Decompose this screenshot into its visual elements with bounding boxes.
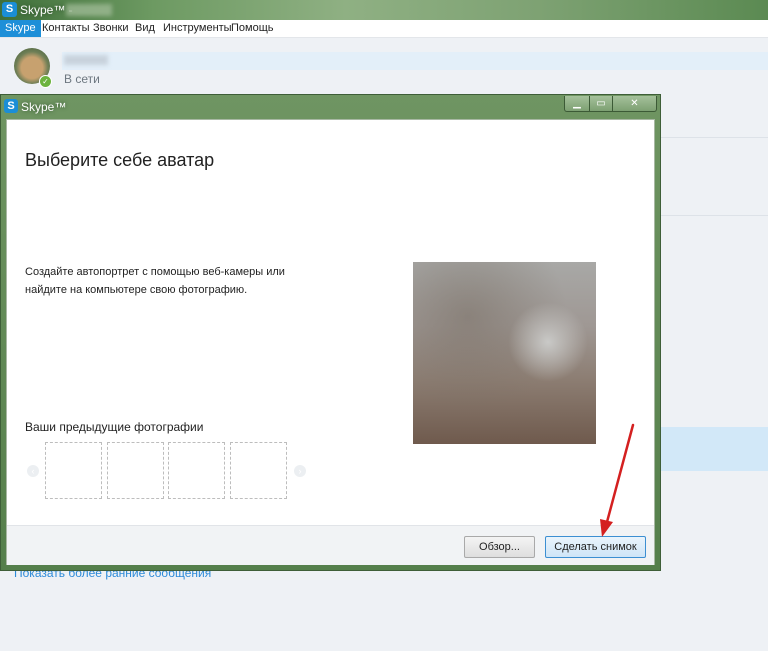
menu-contacts[interactable]: Контакты xyxy=(42,22,90,34)
menu-skype[interactable]: Skype xyxy=(0,20,41,37)
photo-thumbnail-slot[interactable] xyxy=(45,442,102,499)
menu-calls[interactable]: Звонки xyxy=(93,22,129,34)
dialog-description: Создайте автопортрет с помощью веб-камер… xyxy=(25,266,285,296)
skype-logo-icon: S xyxy=(4,99,18,113)
dialog-footer: Обзор... Сделать снимок xyxy=(7,525,654,565)
previous-photos-label: Ваши предыдущие фотографии xyxy=(25,420,204,434)
take-snapshot-button[interactable]: Сделать снимок xyxy=(545,536,646,558)
photo-thumbnail-slot[interactable] xyxy=(168,442,225,499)
menu-tools[interactable]: Инструменты xyxy=(163,22,232,34)
webcam-preview xyxy=(413,262,596,444)
avatar-dialog: S Skype™ ▁ ▭ ✕ Выберите себе аватар Созд… xyxy=(0,94,661,571)
status-text[interactable]: В сети xyxy=(64,72,100,86)
main-window-title: Skype™ - xyxy=(20,3,73,17)
blurred-username xyxy=(66,4,112,16)
menu-bar: Skype Контакты Звонки Вид Инструменты По… xyxy=(0,20,768,38)
divider xyxy=(660,137,768,138)
menu-help[interactable]: Помощь xyxy=(231,22,274,34)
skype-logo-icon: S xyxy=(2,2,17,17)
profile-header: ✓ В сети xyxy=(0,38,768,93)
selected-list-item[interactable] xyxy=(660,427,768,471)
photo-thumbnail-slot[interactable] xyxy=(230,442,287,499)
dialog-heading: Выберите себе аватар xyxy=(25,150,215,170)
dialog-title: Skype™ xyxy=(21,100,67,114)
divider xyxy=(660,215,768,216)
dialog-body: Выберите себе аватар Создайте автопортре… xyxy=(6,119,655,565)
browse-button[interactable]: Обзор... xyxy=(464,536,535,558)
menu-view[interactable]: Вид xyxy=(135,22,155,34)
profile-highlight xyxy=(62,52,768,70)
prev-arrow-icon[interactable]: ‹ xyxy=(27,465,39,477)
preview-light xyxy=(508,302,588,382)
photo-thumbnail-slot[interactable] xyxy=(107,442,164,499)
minimize-icon[interactable]: ▁ xyxy=(564,96,590,112)
online-check-icon: ✓ xyxy=(39,75,52,88)
main-titlebar: S Skype™ - xyxy=(0,0,768,20)
close-icon[interactable]: ✕ xyxy=(612,96,657,112)
blurred-profile-name xyxy=(64,55,108,65)
next-arrow-icon[interactable]: › xyxy=(294,465,306,477)
maximize-icon[interactable]: ▭ xyxy=(589,96,613,112)
